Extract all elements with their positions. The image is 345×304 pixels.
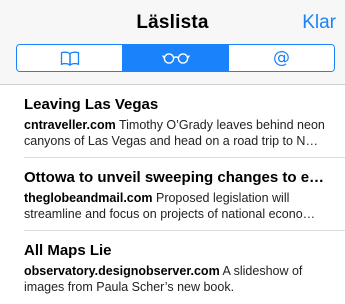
item-title: Ottowa to unveil sweeping changes to env…	[24, 169, 331, 186]
navigation-bar: Läslista Klar @	[0, 0, 345, 85]
item-summary: theglobeandmail.com Proposed legislation…	[24, 190, 331, 222]
glasses-icon	[161, 52, 190, 64]
item-domain: theglobeandmail.com	[24, 191, 153, 205]
page-title: Läslista	[136, 12, 209, 33]
tab-bookmarks[interactable]	[17, 45, 122, 71]
item-summary: cntraveller.com Timothy O’Grady leaves b…	[24, 117, 331, 149]
book-icon	[60, 51, 80, 66]
tab-reading-list[interactable]	[122, 45, 228, 71]
list-item[interactable]: Ottowa to unveil sweeping changes to env…	[0, 158, 345, 231]
item-title: All Maps Lie	[24, 242, 112, 259]
done-button[interactable]: Klar	[302, 12, 336, 34]
item-domain: cntraveller.com	[24, 118, 116, 132]
tab-shared-links[interactable]: @	[228, 45, 334, 71]
item-title: Leaving Las Vegas	[24, 96, 159, 113]
at-sign-icon: @	[273, 47, 290, 68]
item-domain: observatory.designobserver.com	[24, 264, 220, 278]
item-summary: observatory.designobserver.com A slidesh…	[24, 263, 331, 295]
reading-list: Leaving Las Vegas cntraveller.com Timoth…	[0, 85, 345, 304]
segmented-control: @	[16, 44, 335, 72]
list-item[interactable]: All Maps Lie observatory.designobserver.…	[0, 231, 345, 304]
list-item[interactable]: Leaving Las Vegas cntraveller.com Timoth…	[0, 85, 345, 158]
